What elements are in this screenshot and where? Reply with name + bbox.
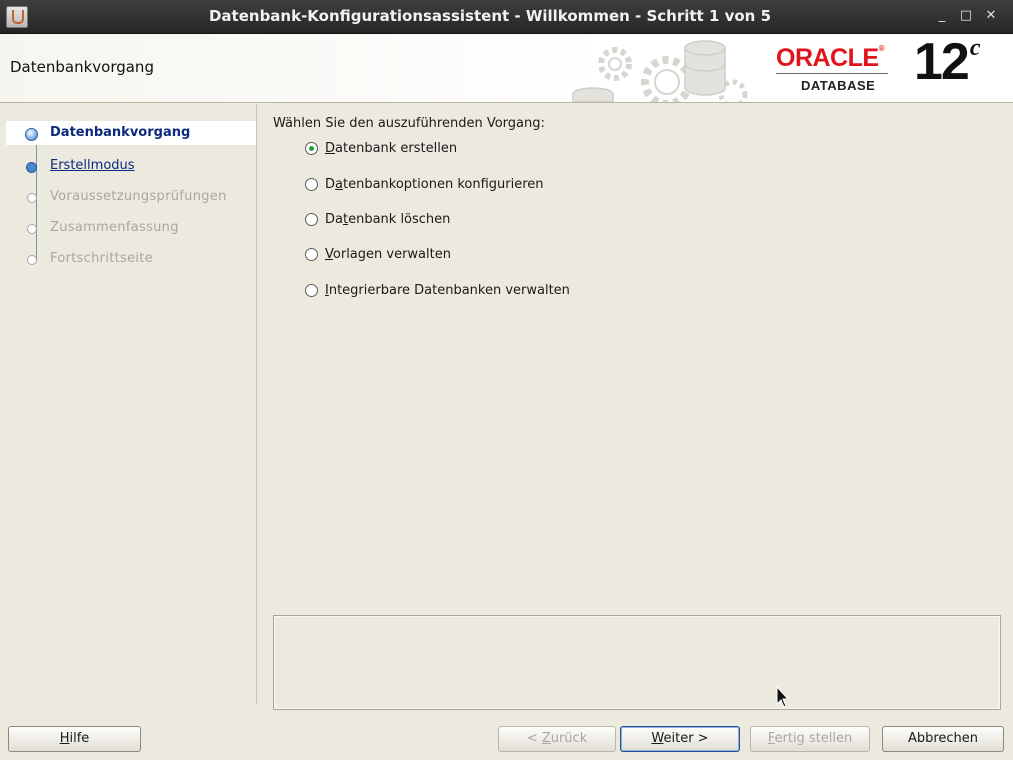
cancel-button[interactable]: Abbrechen <box>882 726 1004 752</box>
page-title: Datenbankvorgang <box>10 58 154 76</box>
steps-navigation: Datenbankvorgang Erstellmodus Voraussetz… <box>6 104 257 704</box>
nav-step-label: Erstellmodus <box>50 158 135 173</box>
oracle-brand-text: ORACLE <box>776 44 884 73</box>
radio-button[interactable] <box>305 213 318 226</box>
mnemonic: V <box>325 247 333 262</box>
version-mark: 12c <box>914 32 981 92</box>
option-label: Datenbank löschen <box>325 210 450 230</box>
version-number: 12 <box>914 33 970 91</box>
help-button[interactable]: Hilfe <box>8 726 141 752</box>
next-button[interactable]: Weiter > <box>620 726 740 752</box>
step-icon <box>27 255 37 265</box>
mnemonic: a <box>335 177 343 192</box>
button-text: < <box>526 731 542 746</box>
mnemonic: F <box>767 731 775 746</box>
current-step-icon <box>25 128 38 141</box>
dbca-window: Datenbank-Konfigurationsassistent - Will… <box>0 0 1013 760</box>
radio-button[interactable] <box>305 284 318 297</box>
nav-step-erstellmodus[interactable]: Erstellmodus <box>6 154 256 178</box>
mnemonic: D <box>325 141 336 156</box>
title-bar[interactable]: Datenbank-Konfigurationsassistent - Will… <box>0 0 1013 34</box>
version-suffix: c <box>969 34 981 61</box>
oracle-logo: ORACLE DATABASE <box>776 44 906 94</box>
back-button[interactable]: < Zurück <box>498 726 616 752</box>
nav-step-label: Zusammenfassung <box>50 220 179 235</box>
option-text: atenbank erstellen <box>335 141 458 156</box>
option-label: Datenbank erstellen <box>325 139 457 159</box>
option-text: enbank löschen <box>348 212 451 227</box>
mnemonic: Z <box>541 731 551 746</box>
logo-divider <box>776 73 888 74</box>
radio-button[interactable] <box>305 178 318 191</box>
nav-step-voraussetzungspruefungen: Voraussetzungsprüfungen <box>6 185 256 209</box>
close-icon[interactable]: ✕ <box>982 7 1000 25</box>
option-text: Da <box>325 212 343 227</box>
gears-decoration-icon <box>572 40 748 102</box>
option-text: ntegrierbare Datenbanken verwalten <box>328 283 570 298</box>
main-panel: Wählen Sie den auszuführenden Vorgang: D… <box>261 104 1007 710</box>
option-text: D <box>325 177 336 192</box>
radio-button[interactable] <box>305 142 318 155</box>
option-label: Vorlagen verwalten <box>325 245 451 265</box>
message-pane <box>273 615 1001 710</box>
operation-prompt: Wählen Sie den auszuführenden Vorgang: <box>273 116 545 131</box>
oracle-product-text: DATABASE <box>801 78 876 93</box>
button-text: eiter > <box>663 731 709 746</box>
option-label: Integrierbare Datenbanken verwalten <box>325 281 570 301</box>
option-text: orlagen verwalten <box>332 247 451 262</box>
minimize-icon[interactable]: _ <box>933 7 951 25</box>
nav-step-fortschrittseite: Fortschrittseite <box>6 247 256 271</box>
option-text: tenbankoptionen konfigurieren <box>342 177 544 192</box>
button-text: ilfe <box>69 731 90 746</box>
nav-step-label: Datenbankvorgang <box>50 125 191 140</box>
mnemonic: W <box>651 731 664 746</box>
window-title: Datenbank-Konfigurationsassistent - Will… <box>208 7 772 25</box>
header-band: Datenbankvorgang ORACLE DATABASE <box>0 34 1013 103</box>
button-text: ertig stellen <box>774 731 853 746</box>
nav-step-datenbankvorgang[interactable]: Datenbankvorgang <box>6 121 256 145</box>
radio-button[interactable] <box>305 248 318 261</box>
nav-step-label: Voraussetzungsprüfungen <box>50 189 227 204</box>
option-label: Datenbankoptionen konfigurieren <box>325 175 544 195</box>
step-icon <box>27 224 37 234</box>
step-icon <box>27 193 37 203</box>
button-text: urück <box>550 731 588 746</box>
nav-step-label: Fortschrittseite <box>50 251 153 266</box>
maximize-icon[interactable]: □ <box>957 7 975 25</box>
finish-button[interactable]: Fertig stellen <box>750 726 870 752</box>
nav-step-zusammenfassung: Zusammenfassung <box>6 216 256 240</box>
mouse-cursor-icon <box>776 686 790 708</box>
step-icon <box>26 162 37 173</box>
